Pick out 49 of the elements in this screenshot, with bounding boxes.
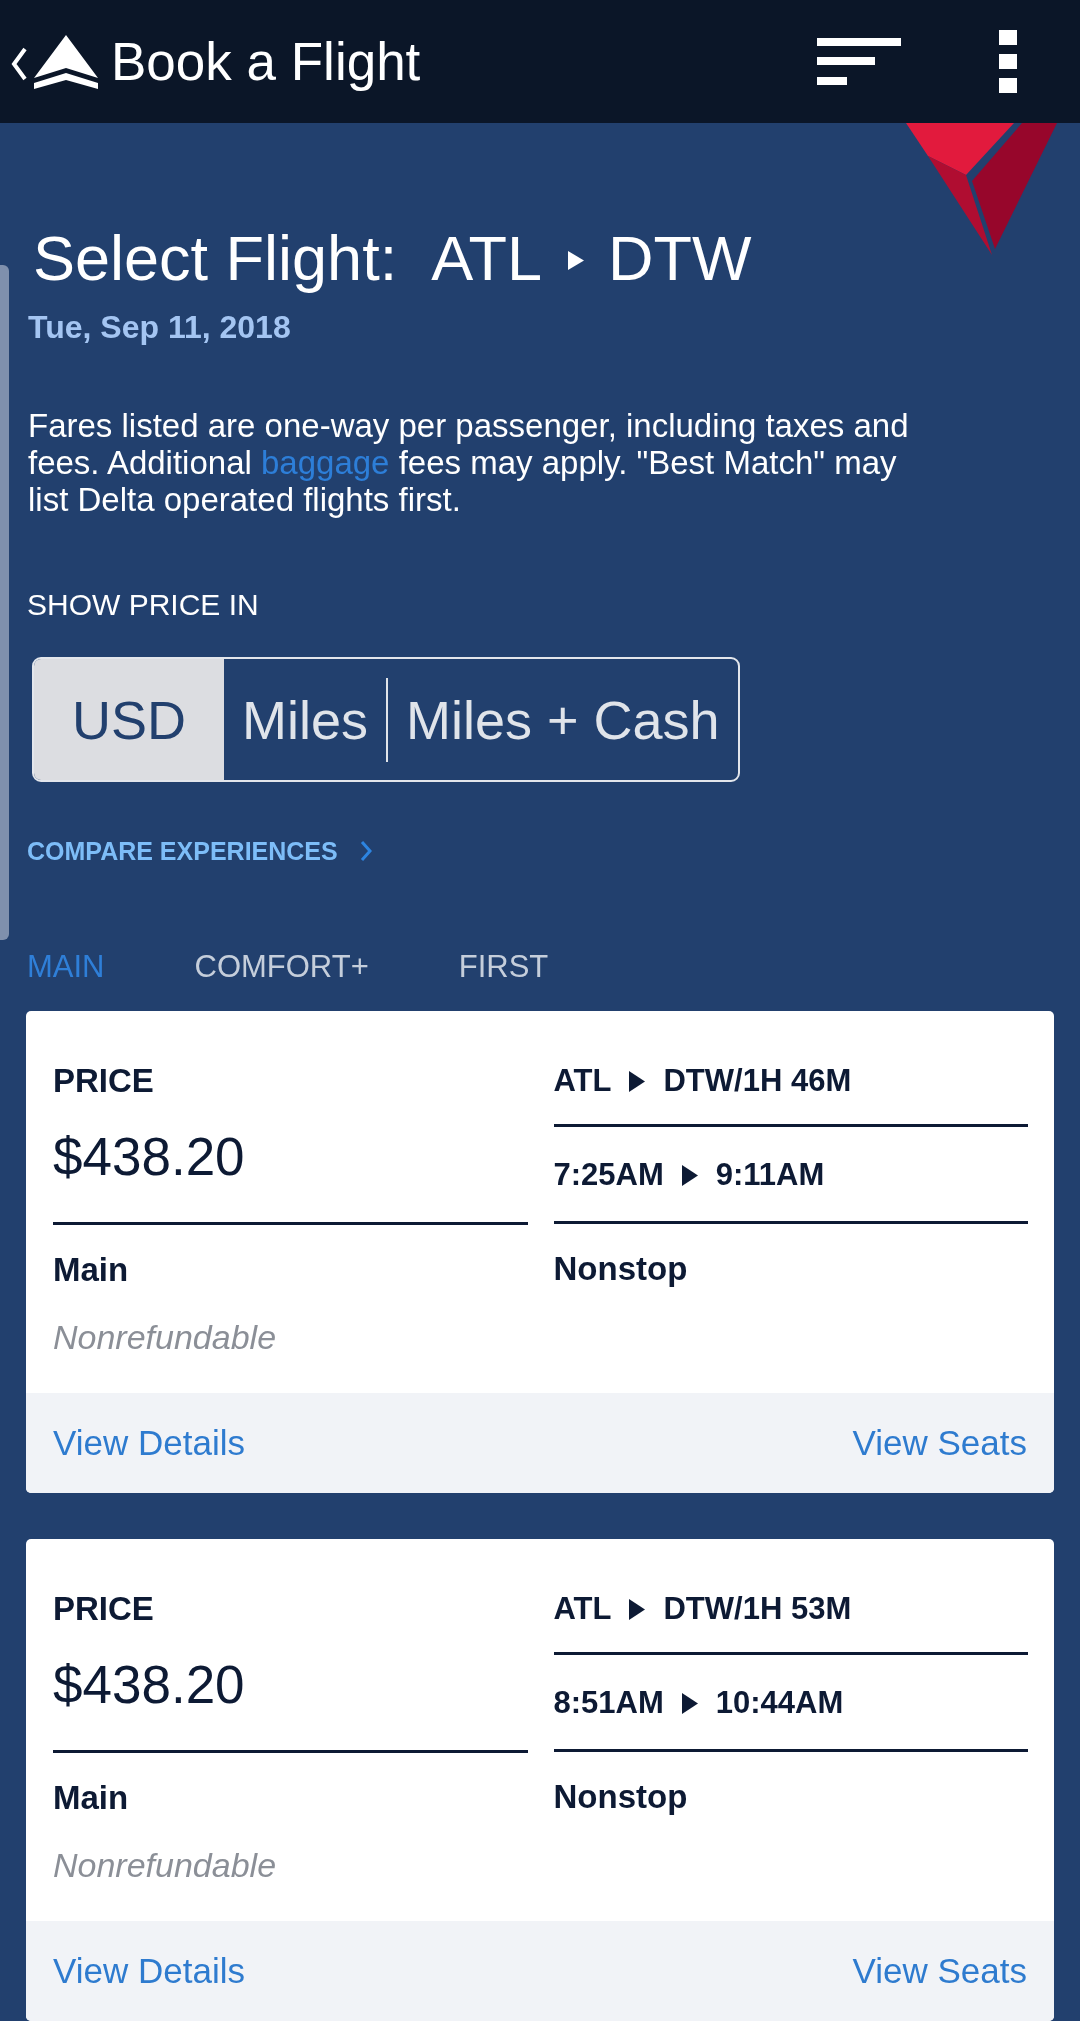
price-amount: $438.20: [53, 1654, 246, 1716]
stops-label: Nonstop: [553, 1777, 689, 1817]
destination-duration: DTW/1H 46M: [663, 1062, 852, 1100]
view-details-link[interactable]: View Details: [53, 1423, 245, 1463]
price-option[interactable]: USD: [34, 659, 224, 780]
triangle-right-icon: [629, 1070, 646, 1092]
triangle-logo-icon: [33, 34, 99, 89]
price-option[interactable]: Miles: [224, 659, 387, 780]
view-seats-link[interactable]: View Seats: [852, 1951, 1027, 1991]
price-option[interactable]: Miles + Cash: [388, 659, 738, 780]
arrival-time: 9:11AM: [715, 1156, 825, 1194]
chevron-right-icon: [359, 840, 372, 862]
stops-label: Nonstop: [553, 1249, 689, 1289]
fare-notice: Fares listed are one-way per passenger, including taxes and fees. Additional baggage fees may apply. "Best Match" may list Delta operated flights first.: [28, 407, 910, 518]
more-icon[interactable]: [999, 30, 1017, 93]
refund-policy: Nonrefundable: [53, 1845, 278, 1886]
destination-code: DTW: [608, 222, 752, 295]
destination-duration: DTW/1H 53M: [663, 1590, 852, 1628]
app-title: Book a Flight: [111, 30, 421, 93]
sort-icon[interactable]: [817, 38, 901, 85]
arrival-time: 10:44AM: [715, 1684, 844, 1722]
compare-experiences-link[interactable]: COMPARE EXPERIENCES: [27, 833, 372, 869]
triangle-right-icon: [681, 1164, 698, 1186]
origin-code: ATL: [431, 222, 543, 295]
flight-card[interactable]: PRICE $438.20 Main Nonrefundable ATL DTW/1H 53M 8:51AM 10:44AM Nonstop View Details View Seats: [26, 1539, 1054, 2021]
triangle-right-icon: [568, 250, 585, 270]
departure-time: 8:51AM: [553, 1684, 664, 1722]
price-label: PRICE: [53, 1061, 155, 1101]
fare-class: Main: [53, 1778, 130, 1818]
flight-card[interactable]: PRICE $438.20 Main Nonrefundable ATL DTW/1H 46M 7:25AM 9:11AM Nonstop View Details View Seats: [26, 1011, 1054, 1493]
triangle-logo-icon: [906, 123, 1057, 255]
cabin-tab[interactable]: COMFORT+: [194, 947, 369, 987]
price-amount: $438.20: [53, 1126, 246, 1188]
page-title: Select Flight:: [33, 222, 398, 295]
view-seats-link[interactable]: View Seats: [852, 1423, 1027, 1463]
chevron-left-icon[interactable]: [10, 46, 28, 81]
triangle-right-icon: [629, 1598, 646, 1620]
fare-class: Main: [53, 1250, 130, 1290]
cabin-tab[interactable]: FIRST: [458, 947, 549, 987]
price-label: PRICE: [53, 1589, 155, 1629]
triangle-right-icon: [681, 1692, 698, 1714]
departure-time: 7:25AM: [553, 1156, 664, 1194]
section-label: SHOW PRICE IN: [27, 587, 259, 623]
view-details-link[interactable]: View Details: [53, 1951, 245, 1991]
origin-code: ATL: [553, 1062, 612, 1100]
flight-date: Tue, Sep 11, 2018: [28, 308, 291, 347]
drawer-handle[interactable]: [0, 265, 9, 940]
refund-policy: Nonrefundable: [53, 1317, 278, 1358]
origin-code: ATL: [553, 1590, 612, 1628]
